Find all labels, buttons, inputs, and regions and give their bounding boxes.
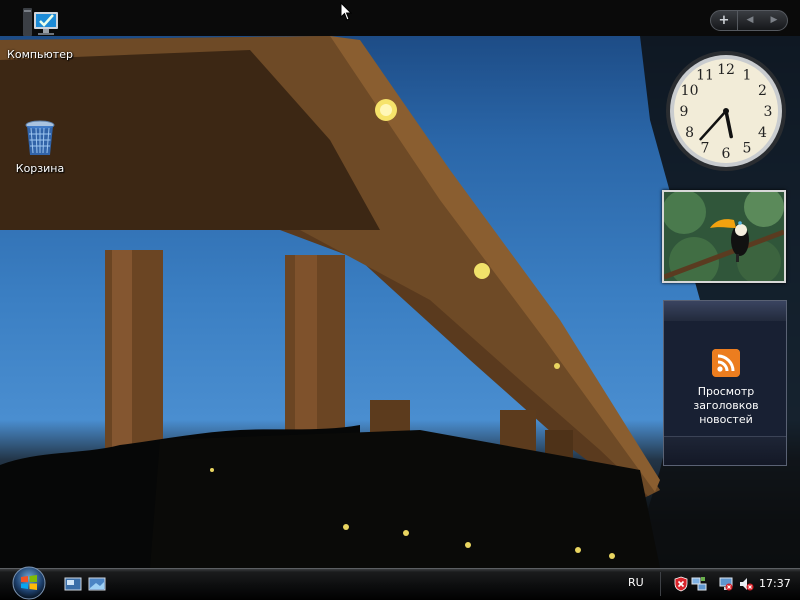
clock-number: 7	[701, 140, 710, 156]
desktop-icon-recycle-bin[interactable]: Корзина	[0, 118, 80, 175]
rss-icon	[712, 349, 740, 377]
clock-number: 12	[717, 62, 735, 78]
add-gadget-button[interactable]: +	[711, 11, 738, 30]
mouse-cursor-icon	[340, 2, 352, 21]
tray-separator	[660, 572, 661, 596]
desktop-icon-label: Корзина	[15, 162, 65, 175]
clock-number: 4	[758, 125, 767, 141]
recycle-bin-icon	[25, 120, 55, 155]
switch-windows-icon[interactable]	[88, 576, 106, 592]
clock-number: 11	[696, 68, 714, 84]
next-gadget-page-button[interactable]: ▶	[762, 11, 786, 30]
network-disconnected-icon[interactable]	[718, 576, 734, 592]
language-indicator[interactable]: RU	[628, 576, 644, 589]
desktop-icon-computer[interactable]: Компьютер	[0, 4, 80, 61]
clock-number: 1	[743, 68, 752, 84]
clock-number: 5	[743, 140, 752, 156]
clock-number: 10	[681, 83, 699, 99]
feed-gadget-body: Просмотр заголовков новостей	[664, 321, 786, 437]
clock-number: 8	[685, 125, 694, 141]
clock-number: 3	[764, 104, 773, 120]
network-icon[interactable]	[691, 576, 707, 592]
tray-clock[interactable]: 17:37	[759, 577, 791, 590]
slideshow-image	[664, 192, 784, 281]
feed-headlines-gadget[interactable]: Просмотр заголовков новостей	[663, 300, 787, 466]
start-button[interactable]	[9, 565, 49, 600]
clock-number: 6	[722, 146, 731, 162]
feed-gadget-footer	[664, 436, 786, 465]
computer-icon	[23, 8, 58, 36]
slideshow-gadget[interactable]	[662, 190, 786, 283]
feed-gadget-header	[664, 301, 786, 321]
desktop-icon-label: Компьютер	[7, 48, 73, 61]
previous-gadget-page-button[interactable]: ◀	[738, 11, 762, 30]
clock-number: 2	[758, 83, 767, 99]
feed-gadget-label: Просмотр заголовков новостей	[693, 385, 759, 426]
clock-number: 9	[680, 104, 689, 120]
clock-gadget[interactable]: 12 1 2 3 4 5 6 7 8 9 10 11	[662, 50, 790, 172]
show-desktop-icon[interactable]	[64, 576, 82, 592]
volume-muted-icon[interactable]	[738, 576, 754, 592]
security-alert-icon[interactable]	[673, 576, 689, 592]
sidebar-controls: + ◀ ▶	[710, 10, 788, 31]
